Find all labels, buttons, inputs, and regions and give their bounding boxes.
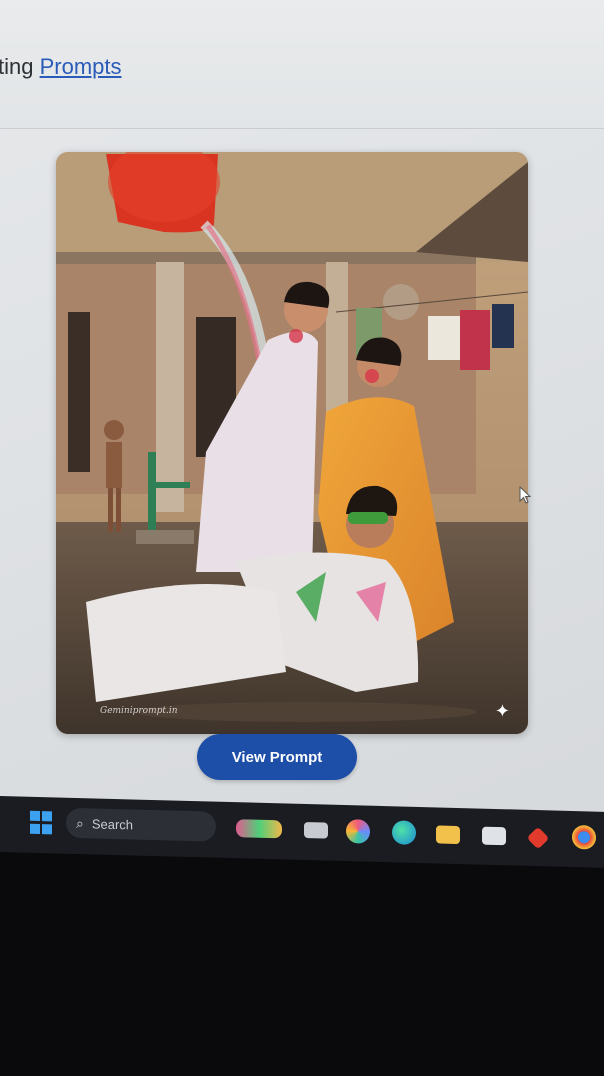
- page-header: ting Prompts: [0, 0, 604, 129]
- copilot-icon[interactable]: [346, 819, 370, 844]
- prompt-image-card[interactable]: Geminiprompt.in ✦: [56, 152, 528, 734]
- app-icon[interactable]: [526, 826, 550, 850]
- chrome-icon[interactable]: [572, 824, 596, 850]
- page-heading: ting Prompts: [0, 54, 122, 80]
- heading-text: ting: [0, 54, 40, 79]
- sparkle-icon: ✦: [494, 701, 510, 721]
- search-placeholder: Search: [91, 815, 134, 832]
- view-prompt-button[interactable]: View Prompt: [197, 734, 357, 780]
- file-explorer-icon[interactable]: [436, 825, 460, 845]
- search-icon: ⌕: [76, 814, 84, 831]
- edge-icon[interactable]: [392, 820, 416, 845]
- mouse-cursor-icon: [519, 486, 531, 504]
- store-icon[interactable]: [482, 826, 506, 846]
- taskview-icon[interactable]: [304, 821, 328, 839]
- widgets-icon[interactable]: [236, 819, 282, 839]
- holi-photo: [56, 152, 528, 734]
- browser-viewport: ting Prompts Geminiprompt.in ✦ View Prom…: [0, 0, 604, 830]
- image-watermark: Geminiprompt.in: [100, 706, 178, 716]
- start-icon[interactable]: [30, 810, 54, 836]
- prompts-link[interactable]: Prompts: [40, 54, 122, 79]
- taskbar-search-box[interactable]: ⌕ Search: [66, 807, 216, 842]
